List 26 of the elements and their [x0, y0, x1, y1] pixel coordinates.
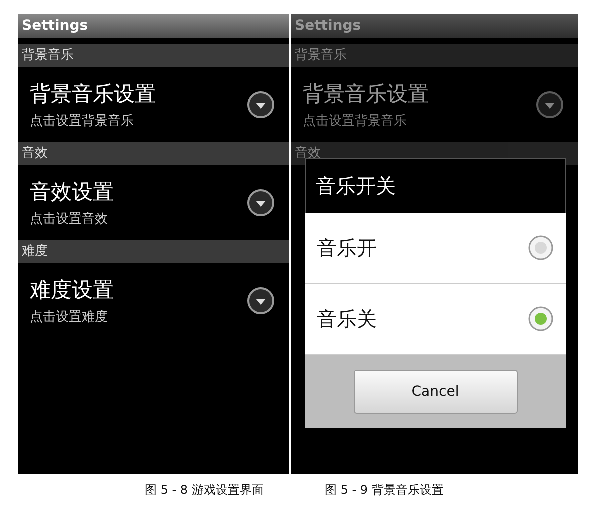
figure-caption: 图 5 - 8 游戏设置界面: [145, 482, 264, 499]
radio-button[interactable]: [528, 235, 554, 261]
setting-title[interactable]: 难度设置: [30, 276, 114, 304]
category-header: 音效: [18, 142, 289, 165]
setting-title[interactable]: 背景音乐设置: [30, 80, 156, 108]
setting-summary: 点击设置背景音乐: [303, 112, 408, 130]
setting-summary: 点击设置背景音乐: [30, 112, 135, 130]
dropdown-icon[interactable]: [247, 90, 275, 118]
radio-button[interactable]: [528, 306, 554, 332]
dropdown-icon[interactable]: [247, 188, 275, 216]
category-header: 背景音乐: [18, 44, 289, 67]
option-label: 音乐关: [317, 306, 377, 332]
category-header: 背景音乐: [291, 44, 578, 67]
setting-summary: 点击设置难度: [30, 308, 109, 326]
dialog-title: 音乐开关: [305, 158, 566, 213]
setting-title[interactable]: 背景音乐设置: [303, 80, 429, 108]
setting-summary: 点击设置音效: [30, 210, 109, 228]
option-label: 音乐开: [317, 234, 377, 262]
dropdown-icon[interactable]: [247, 286, 275, 314]
cancel-button[interactable]: Cancel: [354, 370, 518, 414]
category-header: 难度: [18, 240, 289, 263]
title-bar: Settings: [18, 14, 289, 38]
title-bar: Settings: [291, 14, 578, 38]
radio-option[interactable]: 音乐开: [305, 213, 566, 284]
figure-caption: 图 5 - 9 背景音乐设置: [325, 482, 444, 499]
setting-title[interactable]: 音效设置: [30, 178, 114, 206]
